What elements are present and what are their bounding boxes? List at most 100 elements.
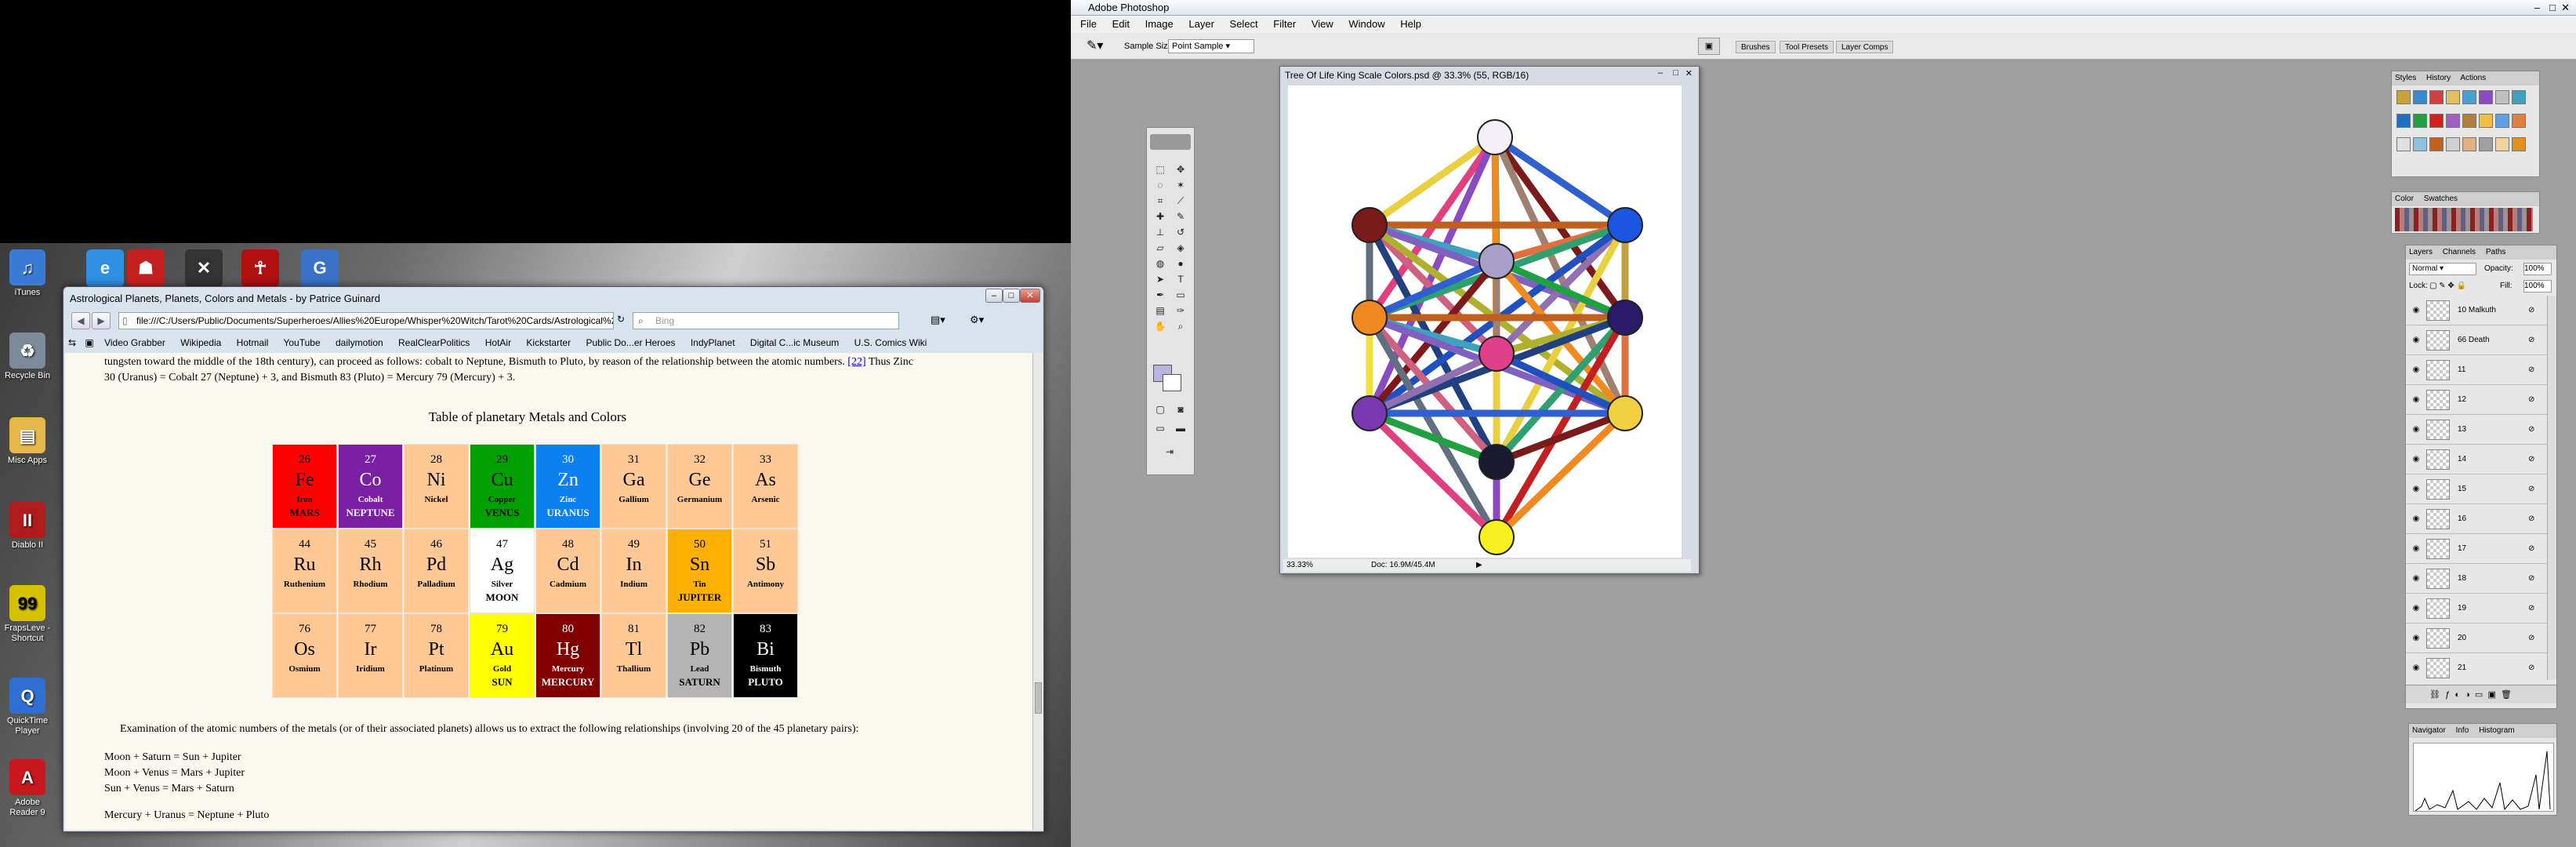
tab-brushes[interactable]: Brushes [1736,41,1776,53]
bookmark-us-comics-wiki[interactable]: U.S. Comics Wiki [854,337,927,348]
desktop-icon-recycle-bin[interactable]: ♻ Recycle Bin [0,333,55,381]
visibility-eye-icon[interactable]: ◉ [2409,385,2423,415]
style-swatch[interactable] [2446,114,2460,128]
layer-row[interactable]: ◉ 20 ⊘ [2406,623,2547,653]
red-figure-icon[interactable]: ☥ [241,249,279,287]
desktop-icon-diablo[interactable]: II Diablo II [0,502,55,551]
style-swatch[interactable] [2396,114,2411,128]
style-swatch[interactable] [2495,137,2509,151]
visibility-eye-icon[interactable]: ◉ [2409,474,2423,504]
bookmark-hotair[interactable]: HotAir [485,337,511,348]
layer-row[interactable]: ◉ 10 Malkuth ⊘ [2406,296,2547,325]
history-brush-icon[interactable]: ↺ [1172,225,1189,239]
link-layers-icon[interactable]: ⛓ [2429,690,2440,700]
tab-navigator[interactable]: Navigator [2412,726,2446,735]
layer-effects-icon[interactable]: ⊘ [2528,623,2534,653]
magic-wand-tool-icon[interactable]: ✶ [1172,178,1189,192]
tab-histogram[interactable]: Histogram [2479,726,2515,735]
layer-effects-icon[interactable]: ⊘ [2528,504,2534,534]
style-swatch[interactable] [2512,90,2526,104]
tab-tool-presets[interactable]: Tool Presets [1780,41,1834,53]
vertical-scrollbar[interactable] [1032,353,1043,830]
tab-styles[interactable]: Styles [2395,74,2416,82]
scrollbar-thumb[interactable] [1035,682,1042,714]
standard-mode-icon[interactable]: ▢ [1152,402,1169,416]
g-app-icon[interactable]: G [301,249,339,287]
crop-tool-icon[interactable]: ⌗ [1152,194,1169,208]
layer-row[interactable]: ◉ 17 ⊘ [2406,534,2547,564]
style-swatch[interactable] [2413,137,2427,151]
desktop-icon-itunes[interactable]: ♫ iTunes [0,249,55,298]
layer-row[interactable]: ◉ 66 Death ⊘ [2406,325,2547,355]
menu-select[interactable]: Select [1230,18,1258,30]
tab-swatches[interactable]: Swatches [2424,194,2458,203]
menu-filter[interactable]: Filter [1273,18,1296,30]
style-swatch[interactable] [2512,137,2526,151]
type-tool-icon[interactable]: T [1172,272,1189,286]
quick-mask-icon[interactable]: ◙ [1172,402,1189,416]
style-swatch[interactable] [2413,90,2427,104]
lasso-tool-icon[interactable]: ◌ [1152,178,1169,192]
figures-icon[interactable]: ☗ [127,249,165,287]
style-swatch[interactable] [2462,114,2476,128]
style-swatch[interactable] [2429,90,2444,104]
style-swatch[interactable] [2512,114,2526,128]
layer-effects-icon[interactable]: ⊘ [2528,564,2534,594]
layer-effects-icon[interactable]: ⊘ [2528,534,2534,564]
doc-maximize-icon[interactable]: □ [1673,68,1678,78]
menu-layer[interactable]: Layer [1188,18,1214,30]
screen-mode-icon[interactable]: ▭ [1152,421,1169,435]
dodge-tool-icon[interactable]: ● [1172,256,1189,271]
fill-input[interactable]: 100% [2523,280,2552,293]
bookmark-toggle-icon[interactable]: ⇆ [68,337,76,348]
back-button[interactable]: ◀ [71,312,90,329]
visibility-eye-icon[interactable]: ◉ [2409,534,2423,564]
layer-row[interactable]: ◉ 16 ⊘ [2406,504,2547,534]
visibility-eye-icon[interactable]: ◉ [2409,296,2423,325]
layer-effects-icon[interactable]: ⊘ [2528,415,2534,445]
tab-history[interactable]: History [2426,74,2451,82]
bookmark-dailymotion[interactable]: dailymotion [336,337,383,348]
visibility-eye-icon[interactable]: ◉ [2409,653,2423,680]
layer-effects-icon[interactable]: ⊘ [2528,355,2534,385]
style-swatch[interactable] [2396,90,2411,104]
blur-tool-icon[interactable]: ◍ [1152,256,1169,271]
desktop-icon-fraps[interactable]: 99 FrapsLeve - Shortcut [0,585,55,644]
workspace-icon[interactable]: ▣ [1698,38,1720,55]
tools-menu-icon[interactable]: ⚙▾ [970,314,984,326]
eraser-tool-icon[interactable]: ▱ [1152,241,1169,255]
bookmark-kickstarter[interactable]: Kickstarter [526,337,571,348]
menu-help[interactable]: Help [1400,18,1421,30]
bookmarks-icon[interactable]: ▣ [85,337,93,348]
desktop-icon-misc-apps[interactable]: ▤ Misc Apps [0,417,55,466]
layer-row[interactable]: ◉ 11 ⊘ [2406,355,2547,385]
tab-layers[interactable]: Layers [2409,248,2433,256]
layer-row[interactable]: ◉ 12 ⊘ [2406,385,2547,415]
eyedropper-icon[interactable]: ✎▾ [1087,33,1103,60]
maximize-icon[interactable]: □ [2549,0,2556,16]
move-tool-icon[interactable]: ✥ [1172,162,1189,176]
layer-row[interactable]: ◉ 19 ⊘ [2406,594,2547,623]
new-group-icon[interactable]: ▭ [2475,690,2483,700]
bookmark-public-domain-heroes[interactable]: Public Do...er Heroes [586,337,675,348]
search-input[interactable]: ⌕ Bing [633,312,899,329]
tab-info[interactable]: Info [2456,726,2469,735]
layer-row[interactable]: ◉ 15 ⊘ [2406,474,2547,504]
doc-close-icon[interactable]: ✕ [1685,68,1693,78]
style-swatch[interactable] [2413,114,2427,128]
bookmark-realclearpolitics[interactable]: RealClearPolitics [398,337,470,348]
paint-bucket-icon[interactable]: ◈ [1172,241,1189,255]
layer-row[interactable]: ◉ 13 ⊘ [2406,415,2547,445]
style-swatch[interactable] [2479,137,2493,151]
style-swatch[interactable] [2495,114,2509,128]
marquee-tool-icon[interactable]: ⬚ [1152,162,1169,176]
page-menu-icon[interactable]: ▤▾ [931,314,945,326]
visibility-eye-icon[interactable]: ◉ [2409,415,2423,445]
image-canvas[interactable] [1288,85,1682,558]
tab-paths[interactable]: Paths [2486,248,2506,256]
zoom-tool-icon[interactable]: ⌕ [1172,319,1189,333]
hand-tool-icon[interactable]: ✋ [1152,319,1169,333]
status-menu-icon[interactable]: ▶ [1476,559,1482,572]
full-screen-icon[interactable]: ▬ [1172,421,1189,435]
bookmark-indyplanet[interactable]: IndyPlanet [691,337,735,348]
